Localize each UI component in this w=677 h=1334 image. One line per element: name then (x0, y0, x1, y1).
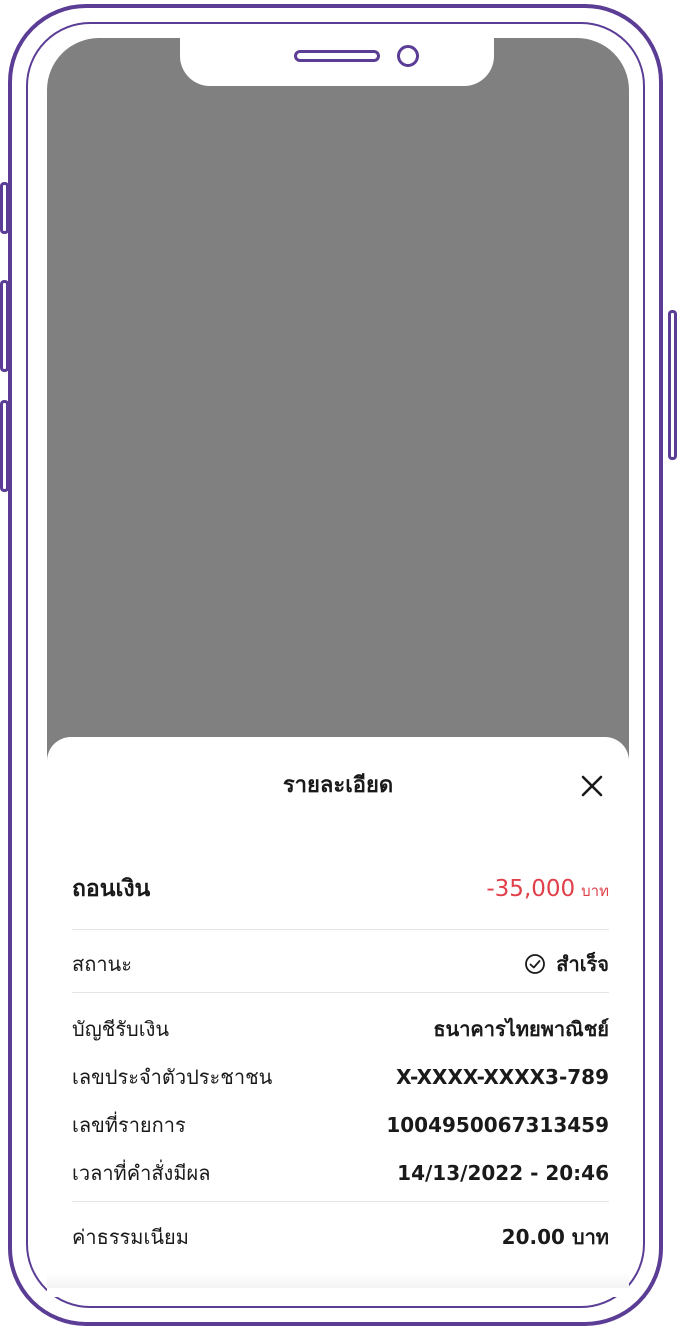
divider (72, 929, 609, 930)
id-number-label: เลขประจำตัวประชาชน (72, 1065, 273, 1089)
close-icon (581, 775, 603, 797)
sheet-bottom-fade (47, 1272, 629, 1288)
volume-up-button (0, 280, 9, 372)
divider (72, 992, 609, 993)
detail-row-status: สถานะ สำเร็จ (72, 948, 609, 980)
power-button (668, 310, 677, 460)
divider (72, 1201, 609, 1202)
speaker-icon (294, 50, 380, 62)
id-number-value: X-XXXX-XXXX3-789 (396, 1065, 609, 1089)
transaction-number-value: 1004950067313459 (386, 1113, 609, 1137)
fee-value: 20.00 บาท (501, 1225, 609, 1249)
transaction-number-label: เลขที่รายการ (72, 1113, 186, 1137)
receiving-account-label: บัญชีรับเงิน (72, 1017, 170, 1041)
detail-row-id-number: เลขประจำตัวประชาชน X-XXXX-XXXX3-789 (72, 1061, 609, 1093)
detail-row-receiving-account: บัญชีรับเงิน ธนาคารไทยพาณิชย์ (72, 1013, 609, 1045)
mute-switch (0, 182, 9, 234)
effective-time-value: 14/13/2022 - 20:46 (397, 1161, 609, 1185)
check-circle-icon (525, 954, 546, 974)
detail-row-fee: ค่าธรรมเนียม 20.00 บาท (72, 1221, 609, 1253)
status-value-group: สำเร็จ (524, 948, 609, 980)
camera-icon (397, 45, 419, 67)
detail-bottom-sheet: รายละเอียด ถอนเงิน -35,000 บาท สถานะ สำเร… (47, 737, 629, 1297)
status-value: สำเร็จ (556, 952, 609, 976)
sheet-title: รายละเอียด (282, 773, 394, 798)
phone-notch (180, 38, 494, 86)
transaction-type: ถอนเงิน (72, 876, 151, 902)
volume-down-button (0, 400, 9, 492)
transaction-amount-unit: บาท (581, 881, 609, 900)
transaction-amount-group: -35,000 บาท (486, 876, 609, 903)
detail-row-effective-time: เวลาที่คำสั่งมีผล 14/13/2022 - 20:46 (72, 1157, 609, 1189)
fee-label: ค่าธรรมเนียม (72, 1225, 189, 1249)
status-label: สถานะ (72, 952, 132, 976)
detail-row-transaction-number: เลขที่รายการ 1004950067313459 (72, 1109, 609, 1141)
close-button[interactable] (577, 771, 607, 801)
effective-time-label: เวลาที่คำสั่งมีผล (72, 1161, 211, 1185)
transaction-amount: -35,000 (486, 875, 576, 902)
receiving-account-value: ธนาคารไทยพาณิชย์ (433, 1017, 609, 1041)
transaction-summary-row: ถอนเงิน -35,000 บาท (72, 871, 609, 907)
